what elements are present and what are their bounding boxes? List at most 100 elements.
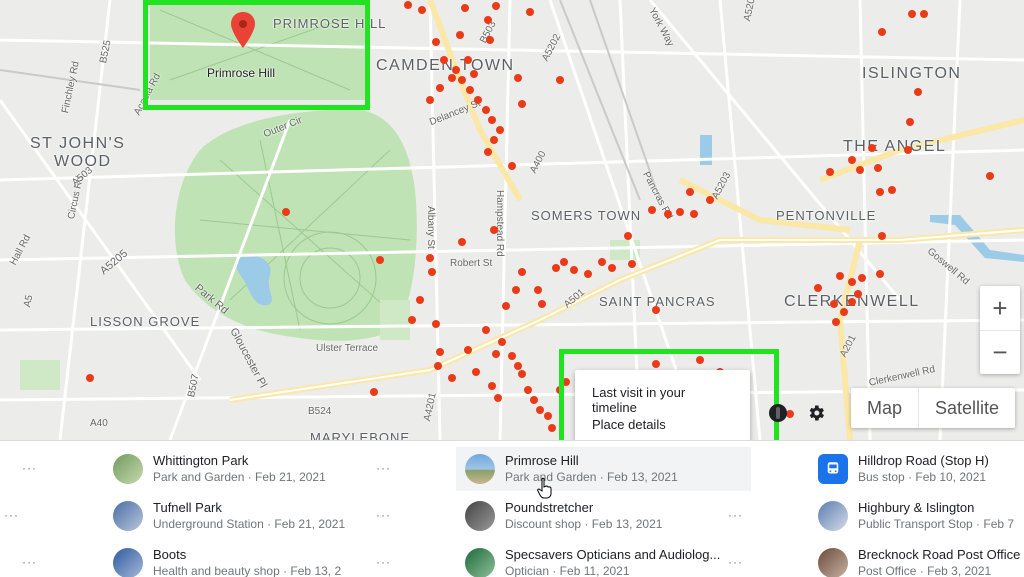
settings-gear-icon[interactable]	[804, 401, 828, 425]
visit-dot[interactable]	[514, 362, 522, 370]
visit-dot[interactable]	[464, 56, 472, 64]
visit-dot[interactable]	[484, 16, 492, 24]
visit-dot[interactable]	[524, 386, 532, 394]
visit-dot[interactable]	[830, 300, 838, 308]
visit-dot[interactable]	[876, 270, 884, 278]
visit-dot[interactable]	[492, 2, 500, 10]
list-item[interactable]: Whittington Park Park and Garden · Feb 21…	[113, 447, 326, 491]
map-type-satellite-button[interactable]: Satellite	[918, 388, 1015, 428]
visit-dot[interactable]	[404, 1, 412, 9]
visit-dot[interactable]	[482, 326, 490, 334]
list-item[interactable]: Tufnell Park Underground Station · Feb 21…	[113, 494, 345, 538]
visit-dot[interactable]	[826, 168, 834, 176]
visit-dot[interactable]	[466, 86, 474, 94]
visit-dot[interactable]	[878, 28, 886, 36]
visit-dot[interactable]	[512, 286, 520, 294]
list-item[interactable]: Hilldrop Road (Stop H) Bus stop · Feb 10,…	[818, 447, 989, 491]
visit-dot[interactable]	[624, 232, 632, 240]
more-options-icon[interactable]: ···	[376, 508, 391, 522]
visit-dot[interactable]	[534, 286, 542, 294]
visit-dot[interactable]	[868, 144, 876, 152]
visit-dot[interactable]	[408, 316, 416, 324]
more-options-icon[interactable]: ···	[22, 461, 37, 475]
visit-dot[interactable]	[874, 164, 882, 172]
visit-dot[interactable]	[490, 226, 498, 234]
visit-dot[interactable]	[436, 84, 444, 92]
visit-dot[interactable]	[878, 232, 886, 240]
visit-dot[interactable]	[814, 284, 822, 292]
list-item[interactable]: Highbury & Islington Public Transport Sto…	[818, 494, 1014, 538]
visit-dot[interactable]	[494, 394, 502, 402]
visit-dot[interactable]	[986, 172, 994, 180]
visit-dot[interactable]	[526, 8, 534, 16]
visit-dot[interactable]	[484, 148, 492, 156]
visit-dot[interactable]	[376, 256, 384, 264]
visit-dot[interactable]	[676, 208, 684, 216]
visit-dot[interactable]	[598, 258, 606, 266]
visit-dot[interactable]	[914, 88, 922, 96]
visit-dot[interactable]	[690, 210, 698, 218]
visit-dot[interactable]	[498, 338, 506, 346]
visit-dot[interactable]	[888, 186, 896, 194]
more-options-icon[interactable]: ···	[728, 555, 743, 569]
visit-dot[interactable]	[858, 274, 866, 282]
visit-dot[interactable]	[518, 268, 526, 276]
visit-dot[interactable]	[508, 162, 516, 170]
visit-dot[interactable]	[488, 116, 496, 124]
visit-dot[interactable]	[920, 10, 928, 18]
visit-dot[interactable]	[552, 264, 560, 272]
visit-dot[interactable]	[530, 396, 538, 404]
visit-dot[interactable]	[848, 298, 856, 306]
visit-dot[interactable]	[538, 300, 546, 308]
visit-dot[interactable]	[832, 318, 840, 326]
more-options-icon[interactable]: ···	[376, 461, 391, 475]
visit-dot[interactable]	[570, 266, 578, 274]
visit-dot[interactable]	[464, 346, 472, 354]
visit-dot[interactable]	[518, 370, 526, 378]
visit-dot[interactable]	[652, 306, 660, 314]
visit-dot[interactable]	[628, 260, 636, 268]
visit-dot[interactable]	[440, 56, 448, 64]
visit-dot[interactable]	[458, 76, 466, 84]
visit-dot[interactable]	[434, 362, 442, 370]
visit-dot[interactable]	[848, 278, 856, 286]
visit-dot[interactable]	[426, 96, 434, 104]
more-options-icon[interactable]: ···	[728, 508, 743, 522]
visit-dot[interactable]	[648, 206, 656, 214]
visit-dot[interactable]	[282, 208, 290, 216]
visit-dot[interactable]	[664, 210, 672, 218]
visit-dot[interactable]	[458, 238, 466, 246]
visit-dot[interactable]	[86, 374, 94, 382]
more-options-icon[interactable]: ···	[4, 508, 19, 522]
visit-dot[interactable]	[908, 10, 916, 18]
visit-dot[interactable]	[428, 268, 436, 276]
visit-dot[interactable]	[456, 31, 464, 39]
visit-dot[interactable]	[508, 352, 516, 360]
zoom-out-button[interactable]: −	[980, 330, 1020, 374]
visit-dot[interactable]	[686, 188, 694, 196]
visit-dot[interactable]	[418, 6, 426, 14]
visit-dot[interactable]	[502, 302, 510, 310]
visit-dot[interactable]	[492, 350, 500, 358]
visit-dot[interactable]	[706, 196, 714, 204]
visit-dot[interactable]	[518, 100, 526, 108]
visit-dot[interactable]	[486, 36, 494, 44]
visit-dot[interactable]	[490, 136, 498, 144]
visit-dot[interactable]	[584, 270, 592, 278]
visit-dot[interactable]	[906, 118, 914, 126]
visit-dot[interactable]	[470, 70, 478, 78]
visit-dot[interactable]	[548, 424, 556, 432]
visit-dot[interactable]	[488, 382, 496, 390]
more-options-icon[interactable]: ···	[22, 555, 37, 569]
visit-dot[interactable]	[536, 406, 544, 414]
visit-dot[interactable]	[904, 146, 912, 154]
visit-dot[interactable]	[432, 38, 440, 46]
list-item[interactable]: Specsavers Opticians and Audiolog... Opti…	[465, 541, 720, 577]
menu-item-last-visit[interactable]: Last visit in your timeline	[575, 378, 750, 415]
map-view[interactable]: CAMDEN TOWN ISLINGTON ST JOHN'S WOOD THE…	[0, 0, 1024, 440]
list-item[interactable]: Brecknock Road Post Office Post Office · …	[818, 541, 1020, 577]
more-options-icon[interactable]: ···	[376, 555, 391, 569]
visit-dot[interactable]	[432, 320, 440, 328]
visit-dot[interactable]	[452, 66, 460, 74]
visit-dot[interactable]	[482, 106, 490, 114]
